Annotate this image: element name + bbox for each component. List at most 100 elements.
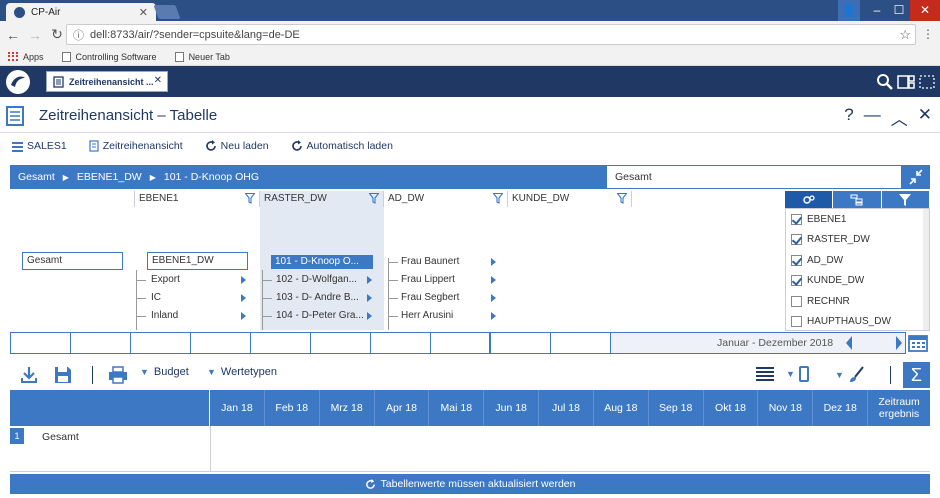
expand-arrow-icon[interactable] — [241, 294, 246, 302]
user-icon[interactable]: 👤 — [838, 0, 860, 21]
decimals-dropdown[interactable]: ▼ — [786, 366, 810, 382]
breadcrumb-item[interactable]: EBENE1_DW — [77, 171, 142, 183]
filter-icon[interactable] — [369, 193, 379, 204]
minimize-icon[interactable]: – — [866, 0, 888, 21]
minimize-view-icon[interactable]: — — [864, 105, 881, 130]
checkbox-checked[interactable] — [791, 234, 802, 246]
column-header[interactable]: Mai 18 — [429, 390, 485, 426]
expand-arrow-icon[interactable] — [241, 312, 246, 320]
view-button[interactable]: Zeitreihenansicht — [89, 140, 183, 152]
filter-icon[interactable] — [493, 193, 503, 204]
expand-arrow-icon[interactable] — [241, 276, 246, 284]
info-icon[interactable]: ⓘ — [73, 27, 84, 43]
timeline-prev-icon[interactable] — [843, 332, 855, 354]
window-layout-icon[interactable] — [897, 73, 915, 91]
save-button[interactable] — [54, 366, 72, 384]
table-row[interactable]: 1 Gesamt — [10, 426, 930, 472]
tree-node-selected[interactable]: 101 - D-Knoop O... — [271, 255, 373, 269]
reload-icon[interactable]: ↻ — [48, 26, 66, 43]
new-tab-button[interactable] — [153, 5, 181, 19]
refresh-table-bar[interactable]: Tabellenwerte müssen aktualisiert werden — [10, 474, 930, 494]
expand-arrow-icon[interactable] — [491, 312, 496, 320]
calendar-button[interactable] — [906, 332, 930, 354]
checklist-scrollbar[interactable] — [923, 209, 929, 330]
column-header[interactable]: Apr 18 — [375, 390, 430, 426]
column-header[interactable]: Dez 18 — [813, 390, 869, 426]
root-node-gesamt[interactable]: Gesamt — [22, 252, 123, 270]
column-header[interactable]: Okt 18 — [704, 390, 759, 426]
expand-arrow-icon[interactable] — [491, 294, 496, 302]
close-view-icon[interactable]: ✕ — [918, 105, 932, 130]
dimension-raster[interactable]: RASTER_DW — [260, 191, 384, 207]
checklist-item[interactable]: RECHNR — [786, 291, 929, 312]
help-icon[interactable]: ? — [844, 105, 853, 130]
tab-hierarchy[interactable] — [833, 191, 882, 208]
filter-icon[interactable] — [245, 193, 255, 204]
tab-dimensions[interactable] — [785, 191, 834, 208]
sum-button[interactable]: Σ — [903, 362, 930, 388]
tree-node[interactable]: Export — [151, 273, 180, 287]
autoload-button[interactable]: Automatisch laden — [291, 140, 393, 152]
app-tab-zeitreihenansicht[interactable]: Zeitreihenansicht ... ✕ — [46, 71, 168, 92]
print-button[interactable] — [108, 366, 128, 384]
checkbox-checked[interactable] — [791, 213, 802, 225]
browser-menu-icon[interactable]: ⋮ — [922, 27, 934, 41]
app-logo[interactable] — [6, 70, 30, 94]
tree-node[interactable]: Frau Segbert — [401, 291, 459, 305]
window-close-icon[interactable]: ✕ — [910, 0, 940, 21]
breadcrumb-item[interactable]: Gesamt — [18, 171, 55, 183]
search-icon[interactable] — [876, 73, 894, 91]
column-header[interactable]: Nov 18 — [758, 390, 814, 426]
collapse-up-icon[interactable]: ︿ — [891, 105, 908, 130]
expand-arrow-icon[interactable] — [367, 312, 372, 320]
column-header[interactable]: Sep 18 — [649, 390, 704, 426]
bookmark-controlling-software[interactable]: Controlling Software — [61, 51, 157, 62]
breadcrumb-item[interactable]: 101 - D-Knoop OHG — [164, 171, 259, 183]
column-header[interactable]: Jan 18 — [210, 390, 265, 426]
forward-icon[interactable]: → — [26, 27, 44, 43]
tree-node[interactable]: Inland — [151, 309, 178, 323]
total-field[interactable]: Gesamt — [606, 165, 902, 189]
column-header[interactable]: Mrz 18 — [320, 390, 375, 426]
dimension-ebene1[interactable]: EBENE1 — [135, 191, 260, 207]
maximize-icon[interactable]: ☐ — [888, 0, 910, 21]
tree-node[interactable]: Frau Baunert — [401, 255, 459, 269]
tree-node[interactable]: 103 - D- Andre B... — [276, 291, 359, 305]
checkbox-checked[interactable] — [791, 254, 802, 266]
close-app-tab-icon[interactable]: ✕ — [154, 75, 162, 86]
rows-menu-button[interactable] — [755, 366, 775, 382]
back-icon[interactable]: ← — [4, 27, 22, 43]
checkbox-unchecked[interactable] — [791, 316, 802, 328]
tree-node[interactable]: IC — [151, 291, 161, 305]
tree-node[interactable]: 102 - D-Wolfgan... — [276, 273, 357, 287]
tab-filter[interactable] — [882, 191, 930, 208]
fullscreen-icon[interactable] — [918, 73, 936, 91]
close-tab-icon[interactable]: ✕ — [139, 6, 148, 19]
checklist-item[interactable]: AD_DW — [786, 250, 929, 271]
column-header[interactable]: Jun 18 — [484, 390, 540, 426]
download-button[interactable] — [20, 366, 38, 384]
checklist-item[interactable]: EBENE1 — [786, 209, 929, 230]
expand-arrow-icon[interactable] — [367, 294, 372, 302]
expand-arrow-icon[interactable] — [367, 276, 372, 284]
tree-node[interactable]: Herr Arusini — [401, 309, 453, 323]
dimension-kunde[interactable]: KUNDE_DW — [508, 191, 632, 207]
bookmark-apps[interactable]: Apps — [8, 51, 44, 62]
bookmark-neuer-tab[interactable]: Neuer Tab — [174, 51, 230, 62]
collapse-button[interactable] — [902, 165, 930, 189]
timeline-next-icon[interactable] — [893, 332, 905, 354]
bookmark-star-icon[interactable]: ☆ — [899, 27, 911, 43]
url-field[interactable]: ⓘ dell:8733/air/?sender=cpsuite&lang=de-… — [66, 24, 916, 45]
checklist-item[interactable]: RASTER_DW — [786, 230, 929, 251]
checklist-item[interactable]: KUNDE_DW — [786, 271, 929, 292]
column-header[interactable]: Feb 18 — [265, 390, 320, 426]
format-dropdown[interactable]: ▼ — [835, 366, 865, 384]
budget-dropdown[interactable]: ▼ Budget — [140, 366, 189, 378]
sales-button[interactable]: SALES1 — [12, 140, 67, 152]
checklist-item[interactable]: HAUPTHAUS_DW — [786, 312, 929, 331]
filter-icon[interactable] — [617, 193, 627, 204]
valuetypes-dropdown[interactable]: ▼ Wertetypen — [207, 366, 277, 378]
expand-arrow-icon[interactable] — [491, 276, 496, 284]
checkbox-unchecked[interactable] — [791, 295, 802, 307]
checkbox-checked[interactable] — [791, 275, 802, 287]
